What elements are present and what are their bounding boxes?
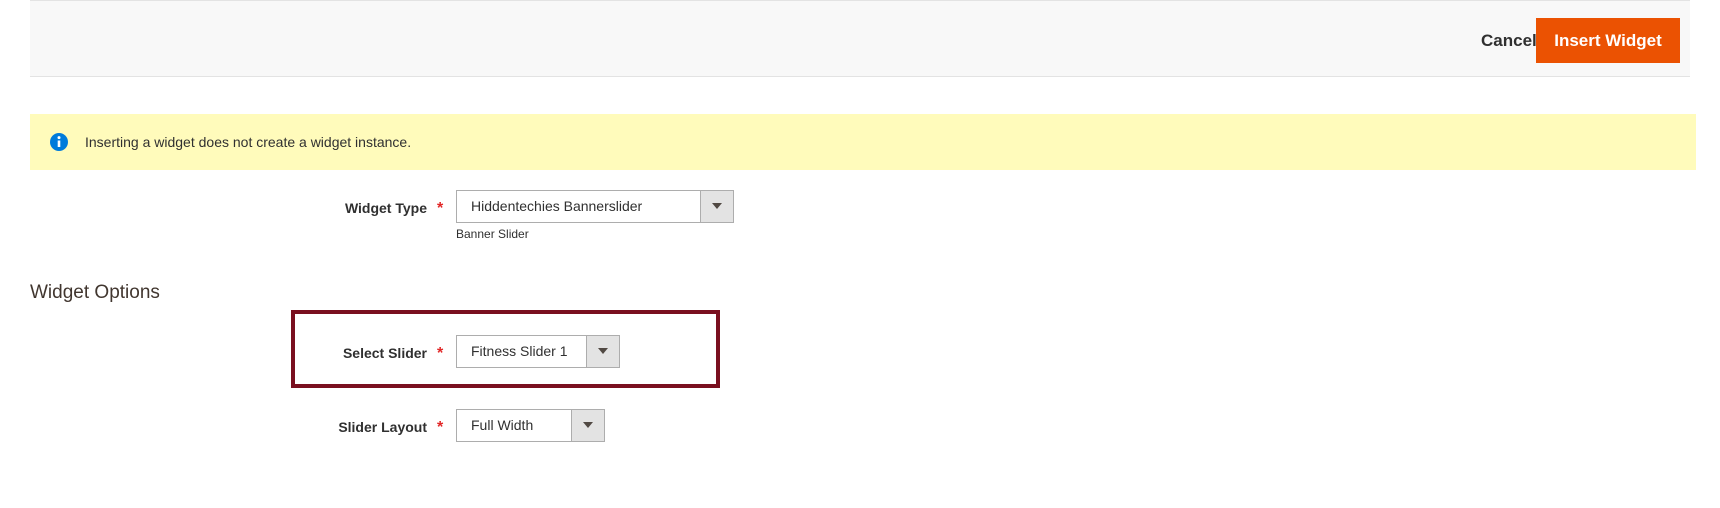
select-slider-select[interactable]: Fitness Slider 1 (456, 335, 620, 368)
notice-message: Inserting a widget does not create a wid… (85, 134, 412, 150)
chevron-down-icon (598, 348, 608, 354)
dropdown-toggle[interactable] (700, 191, 733, 222)
dropdown-toggle[interactable] (586, 336, 619, 367)
widget-type-value: Hiddentechies Bannerslider (471, 198, 643, 214)
slider-layout-select[interactable]: Full Width (456, 409, 605, 442)
dropdown-toggle[interactable] (571, 410, 604, 441)
info-notice: Inserting a widget does not create a wid… (30, 114, 1696, 170)
top-toolbar: Cancel Insert Widget (30, 0, 1690, 77)
widget-type-select[interactable]: Hiddentechies Bannerslider (456, 190, 734, 223)
info-icon (50, 133, 68, 151)
required-marker: * (437, 200, 444, 217)
slider-layout-label: Slider Layout (338, 419, 427, 435)
select-slider-value: Fitness Slider 1 (471, 343, 568, 359)
widget-type-label: Widget Type (344, 200, 427, 216)
widget-type-note: Banner Slider (456, 227, 529, 241)
select-slider-label: Select Slider (342, 345, 427, 361)
insert-widget-button[interactable]: Insert Widget (1536, 18, 1680, 63)
chevron-down-icon (583, 422, 593, 428)
section-title-widget-options: Widget Options (30, 282, 160, 303)
slider-layout-value: Full Width (471, 417, 534, 433)
required-marker: * (437, 419, 444, 436)
required-marker: * (437, 345, 444, 362)
chevron-down-icon (712, 203, 722, 209)
